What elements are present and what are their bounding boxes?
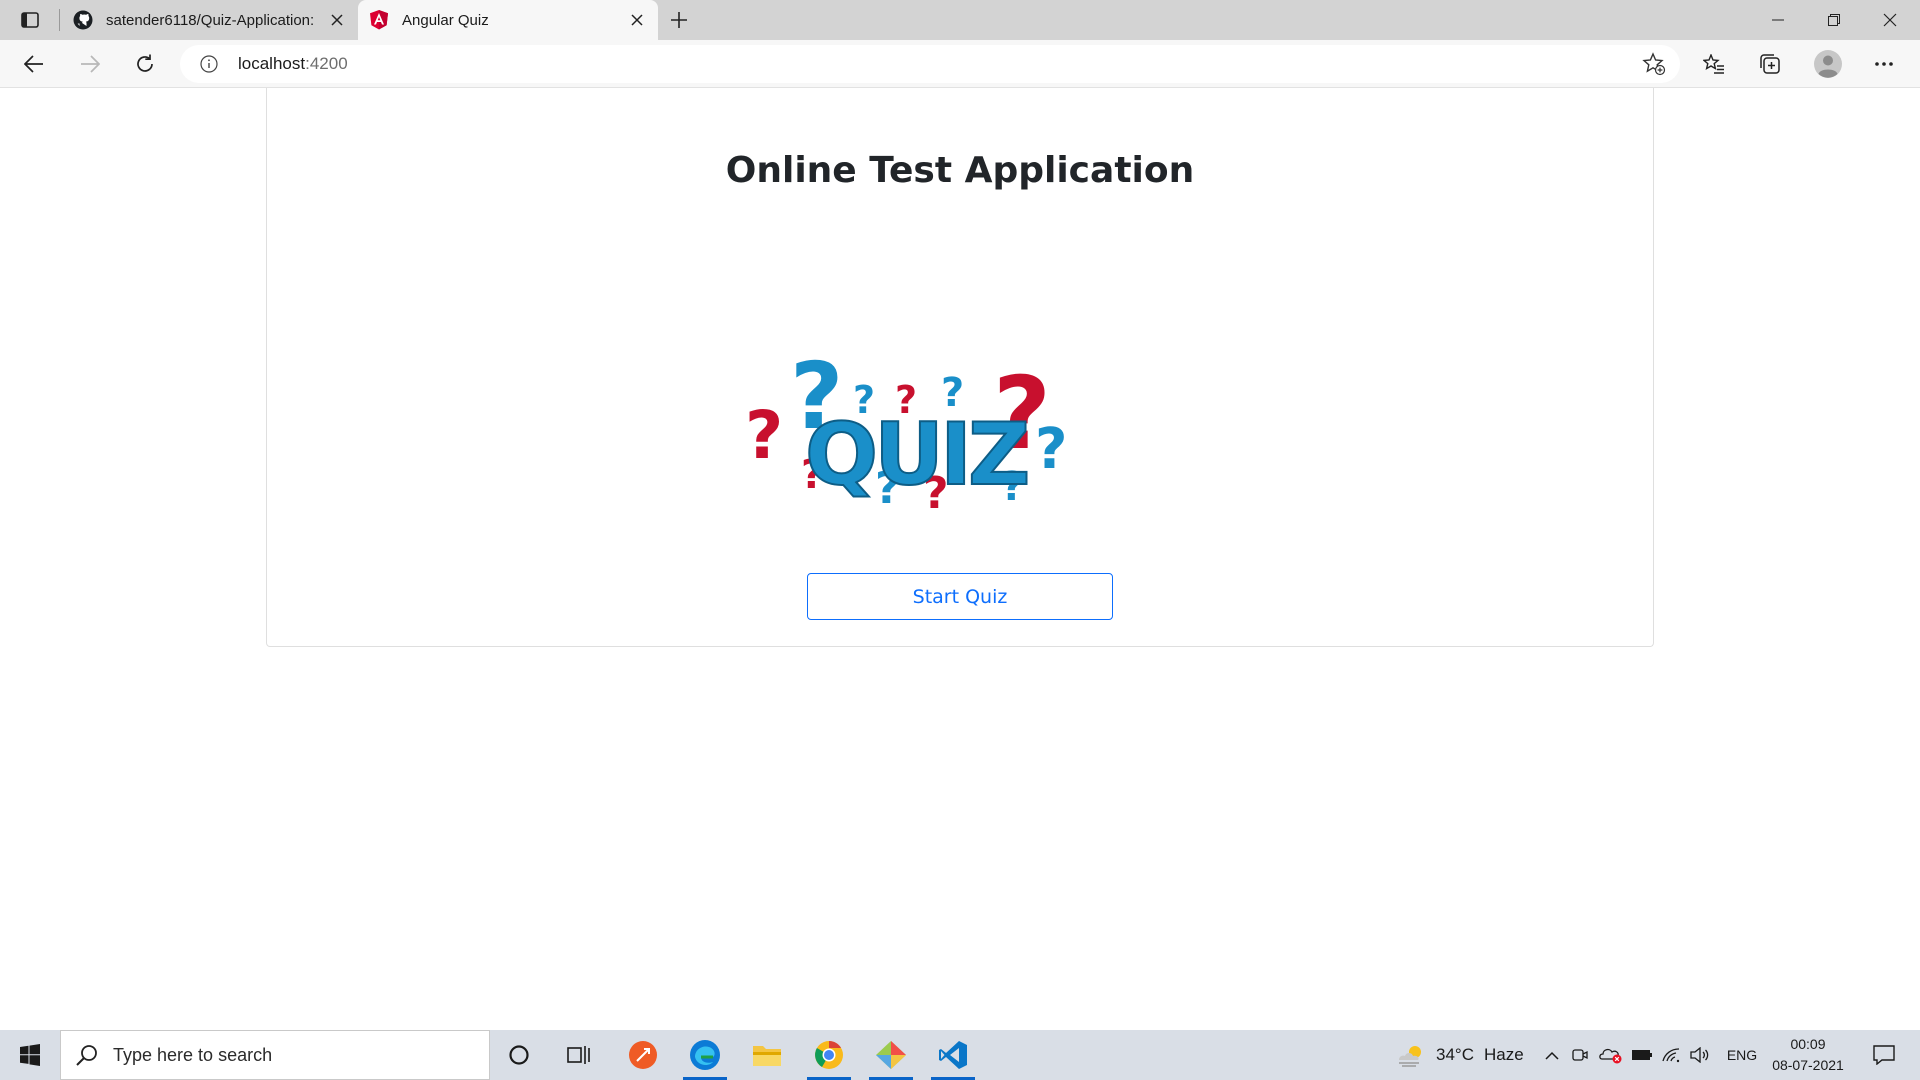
settings-more-button[interactable] [1866,46,1902,82]
start-button[interactable] [0,1030,60,1080]
tab-title: satender6118/Quiz-Application: [106,11,315,29]
taskbar-app-file-explorer[interactable] [738,1030,796,1080]
weather-condition: Haze [1483,1045,1524,1064]
url-port: :4200 [305,54,348,73]
taskbar-app-edge[interactable] [676,1030,734,1080]
edge-icon [690,1040,720,1070]
cortana-button[interactable] [490,1030,548,1080]
refresh-icon [137,54,153,72]
close-icon [331,14,343,26]
input-language-indicator[interactable]: ENG [1722,1030,1762,1080]
site-info-icon[interactable] [198,53,220,75]
chevron-up-icon [1545,1051,1559,1060]
new-tab-button[interactable] [664,5,694,35]
close-tab-button[interactable] [624,7,650,33]
close-tab-button[interactable] [324,7,350,33]
minimize-icon [1772,19,1784,21]
favorites-list-icon [1703,54,1724,74]
restore-button[interactable] [1806,0,1862,40]
cortana-icon [509,1045,529,1065]
task-view-icon [567,1046,590,1064]
search-placeholder: Type here to search [113,1044,273,1065]
favorites-button[interactable] [1696,46,1732,82]
quiz-logo-image: ? ? ? ? ? ? ? ? ? ? ? QUIZ [745,343,1067,518]
restore-icon [1828,14,1840,26]
tab-actions-button[interactable] [14,8,46,32]
back-button[interactable] [16,46,52,82]
weather-temp: 34°C [1436,1045,1474,1064]
taskbar-app-postman[interactable] [614,1030,672,1080]
action-center-button[interactable] [1864,1030,1904,1080]
github-icon [72,9,94,31]
add-favorite-icon[interactable] [1642,52,1666,76]
plus-icon [671,12,687,28]
close-icon [631,14,643,26]
tab-separator [59,9,60,31]
volume-icon[interactable] [1688,1030,1712,1080]
profile-button[interactable] [1810,46,1846,82]
battery-icon[interactable] [1630,1030,1654,1080]
windows-logo-icon [20,1044,40,1066]
angular-icon [368,9,390,31]
avatar-icon [1814,50,1842,78]
taskbar-clock[interactable]: 00:09 08-07-2021 [1766,1034,1850,1076]
start-quiz-button[interactable]: Start Quiz [807,573,1113,620]
quiz-logo-text: QUIZ [805,405,1027,505]
onedrive-error-icon[interactable] [1598,1030,1624,1080]
refresh-button[interactable] [127,46,163,82]
page-title: Online Test Application [725,150,1195,191]
folder-icon [753,1046,781,1066]
taskbar-app-vscode[interactable] [924,1030,982,1080]
close-icon [1883,13,1897,27]
more-dots-icon [1875,62,1893,66]
url-text: localhost:4200 [238,54,348,74]
vscode-icon [939,1041,967,1069]
clock-date: 08-07-2021 [1772,1057,1844,1073]
quiz-card: Online Test Application ? ? ? ? ? ? ? ? … [266,88,1654,647]
git-gui-icon [876,1041,906,1069]
back-arrow-icon [24,55,43,73]
collections-button[interactable] [1752,46,1788,82]
show-hidden-icons-button[interactable] [1540,1030,1564,1080]
weather-widget[interactable]: 34°C Haze [1396,1030,1526,1080]
forward-button[interactable] [72,46,108,82]
weather-haze-icon [1399,1046,1421,1067]
task-view-button[interactable] [550,1030,608,1080]
url-host: localhost [238,54,306,73]
windows-taskbar: Type here to search 34°C Haze ENG 00:09 … [0,1030,1920,1080]
forward-arrow-icon [81,55,100,73]
svg-text:?: ? [745,397,783,474]
collections-icon [1760,54,1780,74]
taskbar-search-box[interactable]: Type here to search [60,1030,490,1080]
close-window-button[interactable] [1862,0,1918,40]
tab-angular-quiz[interactable]: Angular Quiz [358,0,658,40]
notification-icon [1873,1045,1895,1065]
meet-now-icon[interactable] [1570,1030,1590,1080]
svg-text:?: ? [1035,417,1067,482]
address-bar[interactable]: localhost:4200 [180,45,1680,83]
search-icon [76,1045,97,1066]
taskbar-app-chrome[interactable] [800,1030,858,1080]
chrome-icon [815,1041,843,1069]
taskbar-app-git-gui[interactable] [862,1030,920,1080]
tab-github[interactable]: satender6118/Quiz-Application: [62,0,358,40]
browser-toolbar: localhost:4200 [0,40,1920,88]
minimize-button[interactable] [1750,0,1806,40]
tab-strip: satender6118/Quiz-Application: Angular Q… [0,0,1920,40]
wifi-icon[interactable] [1660,1030,1682,1080]
clock-time: 00:09 [1790,1036,1826,1052]
postman-icon [629,1041,657,1069]
tab-actions-icon [21,12,39,28]
tab-title: Angular Quiz [402,11,489,29]
